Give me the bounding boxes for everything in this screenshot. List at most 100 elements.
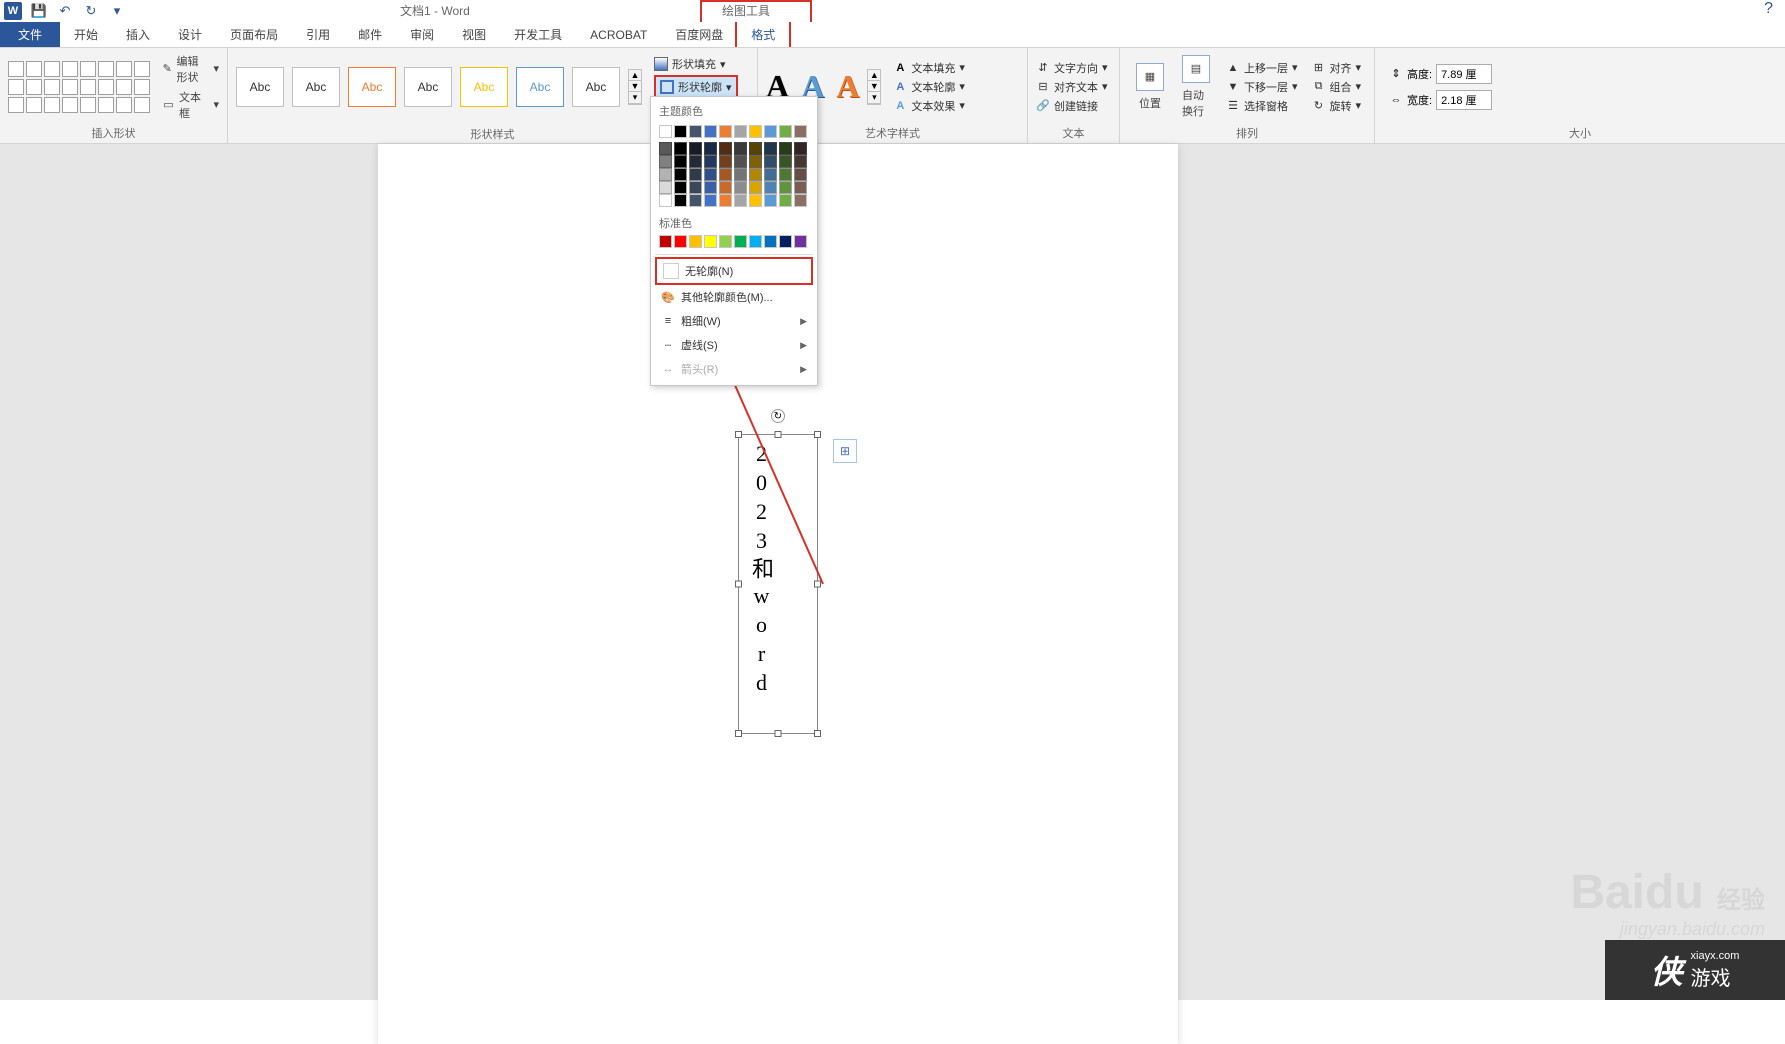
resize-handle-tl[interactable] [735,431,742,438]
color-swatch[interactable] [704,168,717,181]
layout-options-button[interactable]: ⊞ [833,439,857,463]
color-swatch[interactable] [704,181,717,194]
color-swatch[interactable] [689,168,702,181]
resize-handle-t[interactable] [775,431,782,438]
position-button[interactable]: ▦ 位置 [1128,63,1172,111]
create-link-button[interactable]: 🔗创建链接 [1036,98,1108,114]
save-button[interactable]: 💾 [30,2,48,20]
shape-fill-button[interactable]: 形状填充 ▾ [654,56,738,72]
color-swatch[interactable] [779,168,792,181]
send-backward-button[interactable]: ▼下移一层 ▾ [1226,79,1298,95]
resize-handle-b[interactable] [775,730,782,737]
color-swatch[interactable] [674,235,687,248]
style-swatch-2[interactable]: Abc [292,67,340,107]
color-swatch[interactable] [704,155,717,168]
color-swatch[interactable] [794,181,807,194]
tab-review[interactable]: 审阅 [396,22,448,47]
style-gallery-scroll[interactable]: ▲▼▾ [628,69,642,105]
wordart-style-3[interactable]: A [836,68,859,105]
group-button[interactable]: ⧉组合 ▾ [1312,79,1362,95]
color-swatch[interactable] [689,155,702,168]
color-swatch[interactable] [734,125,747,138]
color-swatch[interactable] [704,194,717,207]
redo-button[interactable]: ↻ [82,2,100,20]
tab-home[interactable]: 开始 [60,22,112,47]
rotate-button[interactable]: ↻旋转 ▾ [1312,98,1362,114]
tab-insert[interactable]: 插入 [112,22,164,47]
color-swatch[interactable] [734,168,747,181]
tab-file[interactable]: 文件 [0,22,60,47]
resize-handle-bl[interactable] [735,730,742,737]
align-text-button[interactable]: ⊟对齐文本 ▾ [1036,79,1108,95]
dashes-item[interactable]: ┄ 虚线(S) ▶ [655,333,813,357]
color-swatch[interactable] [719,125,732,138]
style-swatch-5[interactable]: Abc [460,67,508,107]
shapes-gallery[interactable] [8,61,150,113]
color-swatch[interactable] [719,168,732,181]
text-direction-button[interactable]: ⇵文字方向 ▾ [1036,60,1108,76]
color-swatch[interactable] [659,194,672,207]
tab-view[interactable]: 视图 [448,22,500,47]
weight-item[interactable]: ≡ 粗细(W) ▶ [655,309,813,333]
tab-acrobat[interactable]: ACROBAT [576,22,661,47]
resize-handle-br[interactable] [814,730,821,737]
color-swatch[interactable] [734,181,747,194]
color-swatch[interactable] [749,194,762,207]
style-swatch-3[interactable]: Abc [348,67,396,107]
tab-baidu[interactable]: 百度网盘 [661,22,737,47]
color-swatch[interactable] [674,168,687,181]
color-swatch[interactable] [749,181,762,194]
width-input[interactable] [1436,90,1492,110]
no-outline-item[interactable]: 无轮廓(N) [655,257,813,285]
color-swatch[interactable] [749,235,762,248]
color-swatch[interactable] [689,125,702,138]
color-swatch[interactable] [749,125,762,138]
more-outline-colors-item[interactable]: 🎨 其他轮廓颜色(M)... [655,285,813,309]
color-swatch[interactable] [659,168,672,181]
wrap-text-button[interactable]: ▤ 自动换行 [1174,55,1218,119]
color-swatch[interactable] [794,155,807,168]
color-swatch[interactable] [659,181,672,194]
style-swatch-1[interactable]: Abc [236,67,284,107]
textbox-button[interactable]: ▭文本框 ▾ [162,89,219,121]
bring-forward-button[interactable]: ▲上移一层 ▾ [1226,60,1298,76]
color-swatch[interactable] [794,142,807,155]
color-swatch[interactable] [794,125,807,138]
color-swatch[interactable] [704,125,717,138]
textbox-content[interactable]: 2023和word [739,435,783,733]
height-input[interactable] [1436,64,1492,84]
edit-shape-button[interactable]: ✎编辑形状 ▾ [162,53,219,85]
color-swatch[interactable] [689,235,702,248]
tab-format[interactable]: 格式 [735,22,791,47]
selection-pane-button[interactable]: ☰选择窗格 [1226,98,1298,114]
color-swatch[interactable] [719,235,732,248]
color-swatch[interactable] [734,142,747,155]
color-swatch[interactable] [674,155,687,168]
color-swatch[interactable] [674,194,687,207]
tab-design[interactable]: 设计 [164,22,216,47]
style-swatch-7[interactable]: Abc [572,67,620,107]
color-swatch[interactable] [734,194,747,207]
undo-button[interactable]: ↶ [56,2,74,20]
align-button[interactable]: ⊞对齐 ▾ [1312,60,1362,76]
wordart-gallery-scroll[interactable]: ▲▼▾ [867,69,881,105]
color-swatch[interactable] [764,155,777,168]
color-swatch[interactable] [764,181,777,194]
color-swatch[interactable] [734,235,747,248]
color-swatch[interactable] [749,155,762,168]
resize-handle-tr[interactable] [814,431,821,438]
color-swatch[interactable] [779,194,792,207]
color-swatch[interactable] [689,194,702,207]
text-effects-button[interactable]: A文本效果 ▾ [893,98,965,114]
color-swatch[interactable] [764,235,777,248]
color-swatch[interactable] [734,155,747,168]
color-swatch[interactable] [764,194,777,207]
color-swatch[interactable] [659,142,672,155]
resize-handle-l[interactable] [735,581,742,588]
text-outline-button[interactable]: A文本轮廓 ▾ [893,79,965,95]
color-swatch[interactable] [674,142,687,155]
textbox-object[interactable]: ↻ 2023和word [738,434,818,734]
color-swatch[interactable] [779,235,792,248]
color-swatch[interactable] [689,181,702,194]
color-swatch[interactable] [704,235,717,248]
